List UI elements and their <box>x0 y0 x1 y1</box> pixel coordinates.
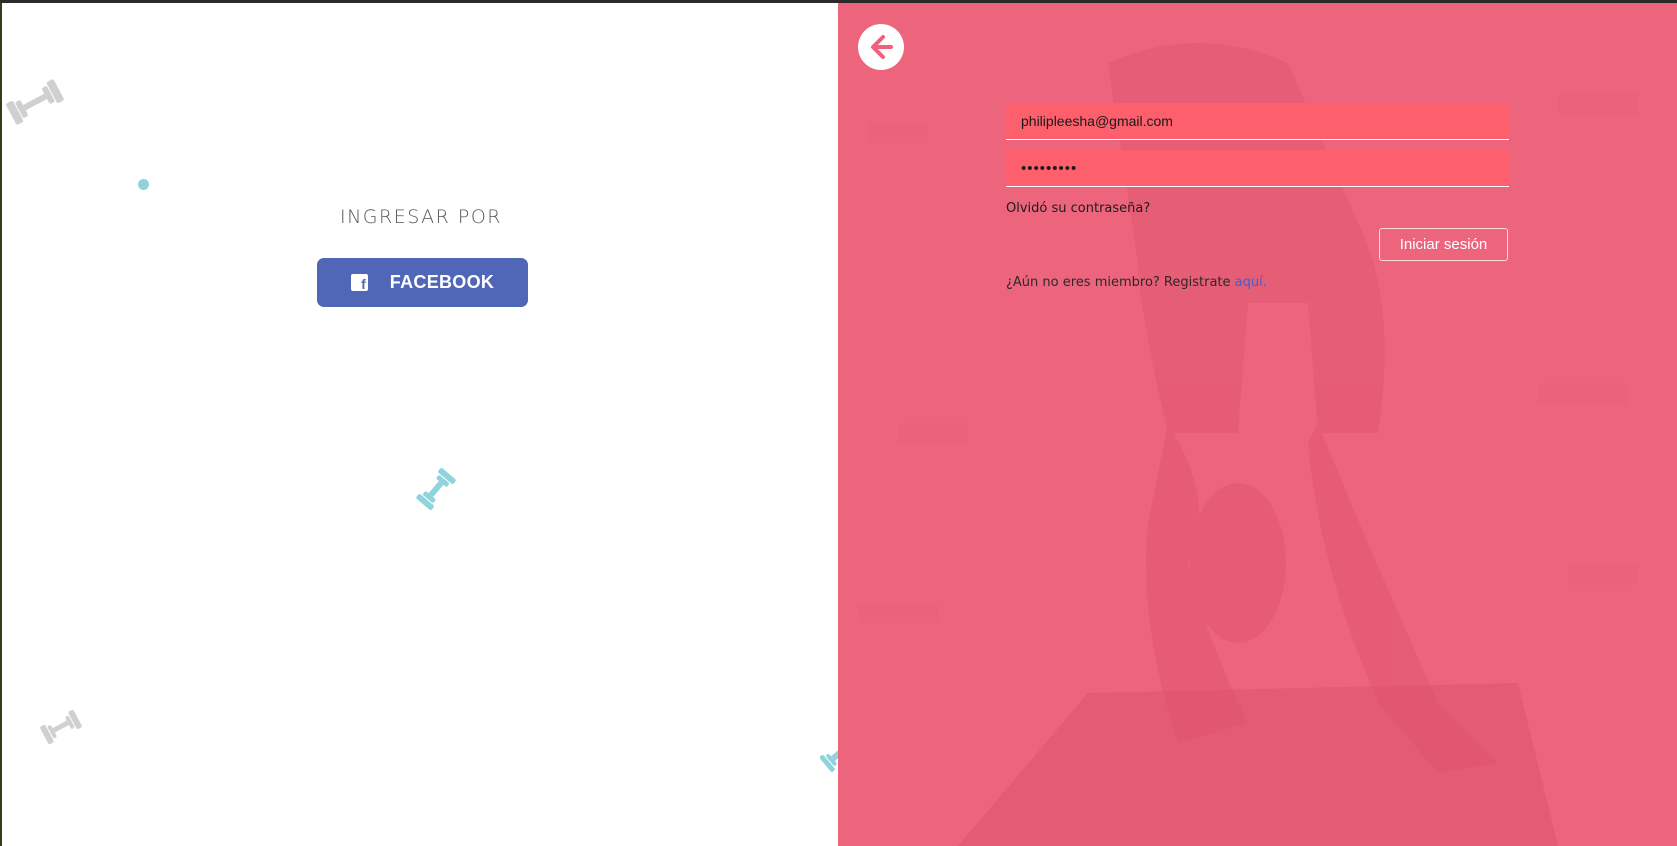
social-login-panel: INGRESAR POR f FACEBOOK <box>0 3 846 846</box>
back-button[interactable] <box>858 24 904 70</box>
facebook-login-button[interactable]: f FACEBOOK <box>317 258 528 307</box>
dumbbell-icon <box>40 709 82 745</box>
arrow-left-icon <box>871 35 893 59</box>
register-link[interactable]: aquí. <box>1235 275 1267 290</box>
register-text: ¿Aún no eres miembro? Registrate <box>1006 275 1235 290</box>
login-button[interactable]: Iniciar sesión <box>1379 228 1508 261</box>
email-login-panel: Olvidó su contraseña? Iniciar sesión ¿Aú… <box>838 3 1677 846</box>
dumbbell-icon <box>416 468 456 510</box>
facebook-button-label: FACEBOOK <box>389 272 495 292</box>
register-prompt: ¿Aún no eres miembro? Registrate aquí. <box>1006 275 1267 290</box>
email-field[interactable] <box>1006 103 1509 140</box>
login-via-heading: INGRESAR POR <box>339 206 502 228</box>
password-field[interactable] <box>1006 150 1509 187</box>
forgot-password-link[interactable]: Olvidó su contraseña? <box>1006 201 1150 216</box>
facebook-icon: f <box>350 274 368 291</box>
decor-dot <box>138 179 149 190</box>
dumbbell-icon <box>6 79 64 125</box>
